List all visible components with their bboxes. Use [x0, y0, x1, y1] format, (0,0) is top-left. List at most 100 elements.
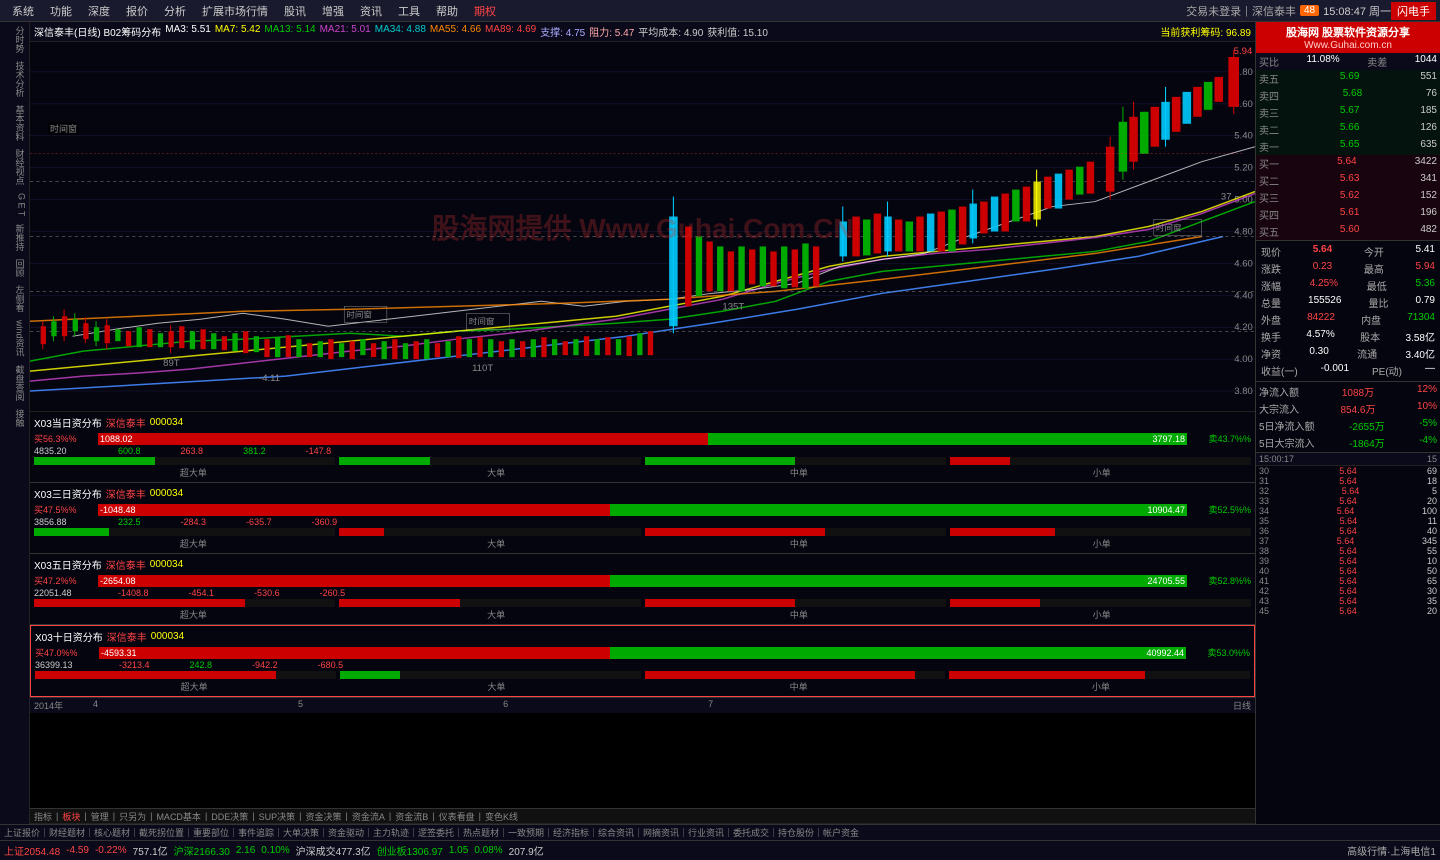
sell2-qty: 126	[1420, 122, 1437, 137]
tab-manage[interactable]: 管理	[91, 810, 109, 823]
low-val: 5.36	[1416, 278, 1435, 293]
menu-tools[interactable]: 工具	[390, 3, 428, 19]
sidebar-left-view[interactable]: 左侧看	[1, 281, 29, 316]
trade-list[interactable]: 305.6469315.6418325.645335.6420345.64100…	[1256, 465, 1440, 824]
brand-line1: 股海网 股票软件资源分享	[1260, 24, 1436, 40]
svg-text:时间窗: 时间窗	[346, 310, 372, 320]
outer-val: 84222	[1307, 312, 1335, 327]
flow-section-5day: X03五日资分布 深信泰丰 000034 买47.2%% -2654.08 24…	[30, 554, 1255, 625]
index-szhs: 沪深2166.30	[174, 843, 230, 858]
tab-color-k[interactable]: 变色K线	[485, 810, 518, 823]
tab-flow-a[interactable]: 资金流A	[352, 810, 385, 823]
buy5-label: 买五	[1259, 224, 1279, 239]
menu-function[interactable]: 功能	[42, 3, 80, 19]
svg-text:时间窗: 时间窗	[1156, 223, 1182, 233]
section4-sell-val: 40992.44	[1146, 647, 1184, 659]
section2-v2: -284.3	[181, 517, 207, 527]
pct-val: 4.25%	[1310, 278, 1338, 293]
menu-quote[interactable]: 报价	[118, 3, 156, 19]
svg-text:4.40: 4.40	[1234, 291, 1253, 301]
svg-text:4.20: 4.20	[1234, 322, 1253, 332]
annotation-time1: 时间窗	[48, 122, 79, 135]
open-lbl: 今开	[1364, 244, 1384, 259]
sidebar-time-trend[interactable]: 分时势	[1, 22, 29, 57]
tab-macd[interactable]: MACD基本	[156, 810, 201, 823]
menu-help[interactable]: 帮助	[428, 3, 466, 19]
inner-val: 71304	[1407, 312, 1435, 327]
ma34-label: MA34: 4.88	[375, 24, 426, 39]
tab-flow-b[interactable]: 资金流B	[395, 810, 428, 823]
buy2-qty: 341	[1420, 173, 1437, 188]
sidebar-finance[interactable]: 财经视点	[1, 145, 29, 189]
sidebar-tech[interactable]: 技术分析	[1, 57, 29, 101]
sidebar-basic[interactable]: 基本资料	[1, 101, 29, 145]
menu-analysis[interactable]: 分析	[156, 3, 194, 19]
flash-button[interactable]: 闪电手	[1391, 2, 1436, 20]
tl-time-header: 15:00:17	[1259, 454, 1294, 464]
sell1-row: 卖一 5.65 635	[1256, 138, 1440, 155]
login-status[interactable]: 交易未登录	[1186, 3, 1241, 19]
float-lbl: 流通	[1357, 346, 1377, 361]
sell1-qty: 635	[1420, 139, 1437, 154]
menu-market[interactable]: 扩展市场行情	[194, 3, 276, 19]
buy3-qty: 152	[1420, 190, 1437, 205]
5d-flow-pct: -5%	[1419, 418, 1437, 433]
buy3-label: 买三	[1259, 190, 1279, 205]
profit-label: 获利值: 15.10	[707, 24, 768, 39]
sidebar-review[interactable]: 回顾	[1, 255, 29, 281]
tab-cap-strategy[interactable]: 资金决策	[306, 810, 342, 823]
spread2-label: 卖差	[1367, 54, 1387, 69]
high-val: 5.94	[1416, 261, 1435, 276]
section3-stock: 深信泰丰	[106, 557, 146, 572]
section3-v1: -1408.8	[118, 588, 149, 598]
menu-stock-news[interactable]: 股讯	[276, 3, 314, 19]
section1-v3: 381.2	[243, 446, 266, 456]
buy1-label: 买一	[1259, 156, 1279, 171]
sell4-qty: 76	[1426, 88, 1437, 103]
buy5-qty: 482	[1420, 224, 1437, 239]
section3-sell-pct: 卖52.8%%	[1191, 574, 1251, 587]
change-lbl: 涨跌	[1261, 261, 1281, 276]
tab-dde[interactable]: DDE决策	[211, 810, 248, 823]
svg-text:89T: 89T	[163, 358, 180, 368]
buy4-price: 5.61	[1340, 207, 1359, 222]
sidebar-wind[interactable]: wind资讯	[1, 316, 29, 361]
buy3-row: 买三 5.62 152	[1256, 189, 1440, 206]
menu-options[interactable]: 期权	[466, 3, 504, 19]
section3-sell-val: 24705.55	[1147, 575, 1185, 587]
resist-label: 阻力: 5.47	[589, 24, 634, 39]
section2-v1: 232.5	[118, 517, 141, 527]
sidebar-new-hold[interactable]: 新推持	[1, 220, 29, 255]
sidebar-market-check[interactable]: 截盘查阅	[1, 361, 29, 405]
index-shzs-pct: -0.22%	[95, 845, 127, 856]
trade-list-row: 415.6465	[1256, 576, 1440, 586]
tab-board[interactable]: 板块	[62, 810, 80, 823]
menu-enhance[interactable]: 增强	[314, 3, 352, 19]
svg-text:4.60: 4.60	[1234, 259, 1253, 269]
period-label: 日线	[1233, 699, 1251, 712]
ratio-lbl: 量比	[1368, 295, 1388, 310]
tab-alias[interactable]: 只另为	[119, 810, 146, 823]
menu-depth[interactable]: 深度	[80, 3, 118, 19]
tab-sup[interactable]: SUP决策	[259, 810, 296, 823]
earnings-lbl: 收益(一)	[1261, 363, 1298, 378]
cat1-2: 大单	[347, 466, 646, 479]
sidebar-contact[interactable]: 接触	[1, 405, 29, 431]
menu-system[interactable]: 系统	[4, 3, 42, 19]
sell2-label: 卖二	[1259, 122, 1279, 137]
change-val: 0.23	[1313, 261, 1332, 276]
tab-dashboard[interactable]: 仪表看盘	[439, 810, 475, 823]
earnings-val: -0.001	[1321, 363, 1349, 378]
sidebar-get[interactable]: G E T	[1, 189, 29, 220]
kline-chart[interactable]: 股海网提供 Www.Guhai.Com.CN 5.80 5.60 5.40 5.…	[30, 42, 1255, 412]
sell5-row: 卖五 5.69 551	[1256, 70, 1440, 87]
pe-val: —	[1425, 363, 1435, 378]
section1-buy-pct: 买56.3%%	[34, 432, 94, 445]
tab-indicator[interactable]: 指标	[34, 810, 52, 823]
indicator-tab-bar: 指标 | 板块 | 管理 | 只另为 | MACD基本 | DDE决策 | SU…	[30, 808, 1255, 824]
menu-info[interactable]: 资讯	[352, 3, 390, 19]
section2-code: 000034	[150, 488, 183, 499]
section4-title: X03十日资分布	[35, 629, 103, 644]
chart-header: 深信泰丰(日线) B02筹码分布 MA3: 5.51 MA7: 5.42 MA1…	[30, 22, 1255, 42]
large-flow-lbl: 大宗流入	[1259, 401, 1299, 416]
